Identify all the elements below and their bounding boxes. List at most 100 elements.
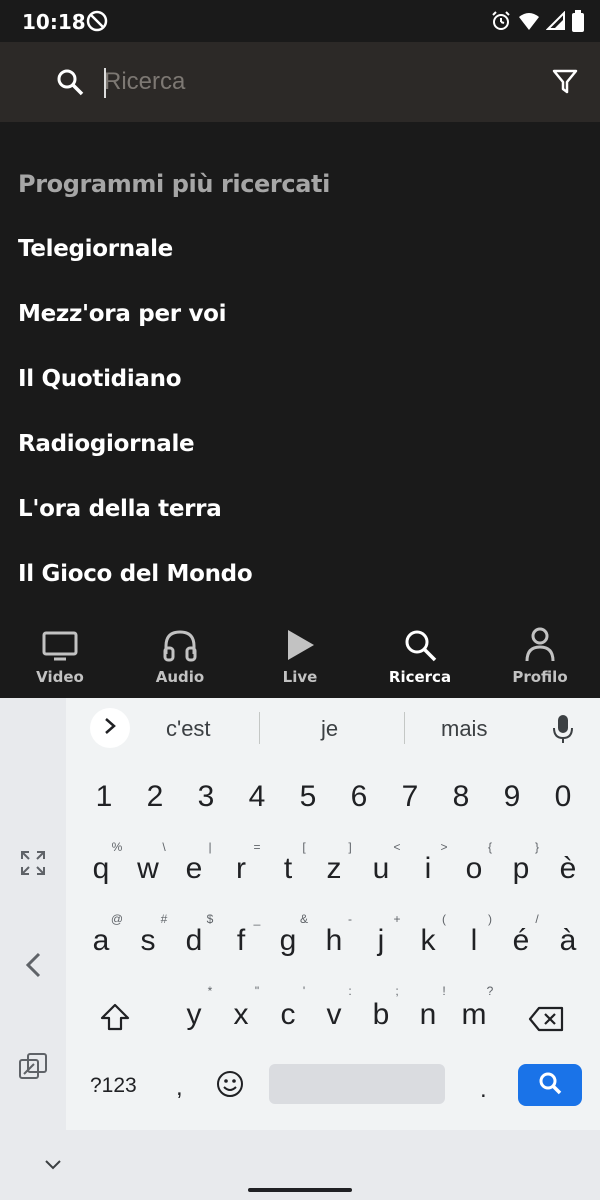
key-4[interactable]: 4 (237, 780, 277, 814)
key-c[interactable]: c (268, 998, 308, 1032)
search-suggestions: Programmi più ricercati Telegiornale Mez… (0, 122, 600, 618)
program-item[interactable]: Mezz'ora per voi (18, 301, 227, 327)
key-f[interactable]: f (221, 924, 261, 958)
bottom-navigation: Video Audio Live Ricerca Profilo (0, 618, 600, 698)
key-hint: : (348, 984, 352, 998)
key-7[interactable]: 7 (390, 780, 430, 814)
backspace-icon[interactable] (528, 1006, 564, 1037)
key-6[interactable]: 6 (339, 780, 379, 814)
tv-icon (42, 618, 78, 662)
space-key[interactable] (269, 1064, 445, 1104)
key-s[interactable]: s (128, 924, 168, 958)
search-icon (56, 68, 84, 101)
play-icon (284, 618, 316, 662)
nav-profilo[interactable]: Profilo (480, 618, 600, 698)
key-9[interactable]: 9 (492, 780, 532, 814)
key-b[interactable]: b (361, 998, 401, 1032)
program-item[interactable]: L'ora della terra (18, 496, 222, 522)
key-v[interactable]: v (314, 998, 354, 1032)
keyboard-side-panel (0, 698, 66, 1130)
key-hint: ? (486, 984, 494, 998)
key-8[interactable]: 8 (441, 780, 481, 814)
chevron-right-icon (104, 717, 116, 740)
key-p[interactable]: p (501, 852, 541, 886)
key-r[interactable]: r (221, 852, 261, 886)
divider (259, 712, 260, 744)
key-i[interactable]: i (408, 852, 448, 886)
key-e-grave[interactable]: è (548, 852, 588, 886)
nav-label: Live (282, 668, 318, 686)
search-bar (0, 42, 600, 122)
key-5[interactable]: 5 (288, 780, 328, 814)
search-input[interactable] (104, 60, 524, 104)
key-d[interactable]: d (174, 924, 214, 958)
section-title: Programmi più ricercati (18, 170, 330, 198)
floating-keyboard-icon[interactable] (18, 1052, 48, 1085)
key-m[interactable]: m (454, 998, 494, 1032)
nav-video[interactable]: Video (0, 618, 120, 698)
key-u[interactable]: u (361, 852, 401, 886)
home-indicator[interactable] (248, 1188, 352, 1192)
emoji-icon[interactable] (216, 1070, 244, 1103)
key-e-acute[interactable]: é (501, 924, 541, 958)
wifi-icon (518, 11, 540, 36)
program-item[interactable]: Il Gioco del Mondo (18, 561, 253, 587)
key-z[interactable]: z (314, 852, 354, 886)
filter-icon[interactable] (552, 68, 578, 101)
key-k[interactable]: k (408, 924, 448, 958)
shift-icon[interactable] (100, 1002, 130, 1037)
keyboard-keys: 1 2 3 4 5 6 7 8 9 0 % \ | = [ ] < > { } … (66, 758, 600, 1130)
key-n[interactable]: n (408, 998, 448, 1032)
key-q[interactable]: q (81, 852, 121, 886)
nav-live[interactable]: Live (240, 618, 360, 698)
key-x[interactable]: x (221, 998, 261, 1032)
key-t[interactable]: t (268, 852, 308, 886)
program-item[interactable]: Telegiornale (18, 236, 173, 262)
key-hint: ! (442, 984, 446, 998)
search-action-button[interactable] (518, 1064, 582, 1106)
nav-label: Audio (155, 668, 205, 686)
alarm-icon (490, 10, 512, 37)
nav-label: Ricerca (388, 668, 452, 686)
key-l[interactable]: l (454, 924, 494, 958)
do-not-disturb-icon (86, 10, 108, 37)
headphones-icon (162, 618, 198, 662)
suggestion-item[interactable]: je (321, 716, 338, 742)
key-e[interactable]: e (174, 852, 214, 886)
key-hint: * (207, 984, 213, 998)
key-hint: ' (302, 984, 306, 998)
key-o[interactable]: o (454, 852, 494, 886)
expand-suggestions-button[interactable] (90, 708, 130, 748)
key-y[interactable]: y (174, 998, 214, 1032)
suggestion-item[interactable]: mais (441, 716, 487, 742)
text-cursor (104, 68, 106, 98)
key-w[interactable]: w (128, 852, 168, 886)
chevron-down-icon[interactable] (44, 1158, 62, 1176)
nav-audio[interactable]: Audio (120, 618, 240, 698)
nav-label: Profilo (512, 668, 568, 686)
key-3[interactable]: 3 (186, 780, 226, 814)
key-g[interactable]: g (268, 924, 308, 958)
key-2[interactable]: 2 (135, 780, 175, 814)
key-h[interactable]: h (314, 924, 354, 958)
key-0[interactable]: 0 (543, 780, 583, 814)
nav-ricerca[interactable]: Ricerca (360, 618, 480, 698)
key-period[interactable]: . (480, 1076, 487, 1104)
program-item[interactable]: Radiogiornale (18, 431, 195, 457)
program-item[interactable]: Il Quotidiano (18, 366, 182, 392)
chevron-left-icon[interactable] (24, 952, 42, 983)
key-j[interactable]: j (361, 924, 401, 958)
resize-icon[interactable] (20, 850, 46, 881)
divider (404, 712, 405, 744)
key-hint: ; (395, 984, 399, 998)
search-icon (403, 618, 437, 662)
battery-icon (572, 10, 584, 37)
microphone-icon[interactable] (552, 714, 574, 749)
key-a-grave[interactable]: à (548, 924, 588, 958)
key-comma[interactable]: , (176, 1074, 183, 1102)
key-1[interactable]: 1 (84, 780, 124, 814)
symbols-key[interactable]: ?123 (90, 1074, 137, 1098)
key-a[interactable]: a (81, 924, 121, 958)
cell-signal-icon (545, 10, 566, 36)
suggestion-item[interactable]: c'est (166, 716, 211, 742)
